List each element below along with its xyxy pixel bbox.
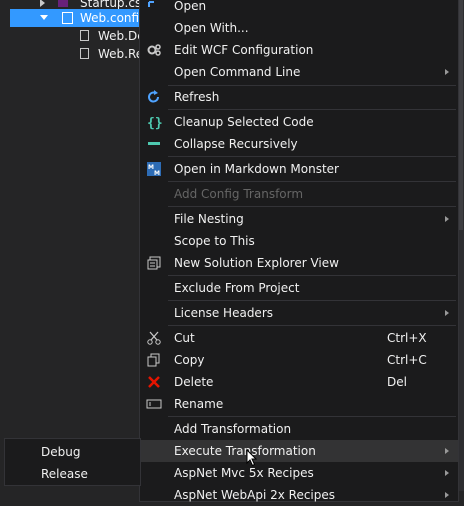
- menu-item-new-explorer-view[interactable]: New Solution Explorer View: [140, 252, 458, 274]
- menu-item-label: AspNet WebApi 2x Recipes: [174, 488, 336, 502]
- menu-item-label: Rename: [174, 397, 224, 411]
- menu-separator: [168, 109, 456, 110]
- menu-item-open-with[interactable]: Open With...: [140, 17, 458, 39]
- menu-item-scope-to-this[interactable]: Scope to This: [140, 230, 458, 252]
- copy-icon: [147, 353, 160, 367]
- tree-item-label: Web.De: [98, 29, 145, 43]
- menu-item-label: Cut: [174, 331, 195, 345]
- menu-item-copy[interactable]: Copy Ctrl+C: [140, 349, 458, 371]
- tree-item-web-release[interactable]: Web.Re: [80, 45, 144, 63]
- menu-item-label: Open Command Line: [174, 65, 301, 79]
- collapse-arrow-icon[interactable]: [40, 15, 48, 20]
- menu-separator: [168, 156, 456, 157]
- submenu-item-debug[interactable]: Debug: [5, 441, 140, 463]
- menu-separator: [168, 300, 456, 301]
- mouse-cursor-icon: [246, 449, 258, 467]
- config-file-icon: [80, 48, 89, 59]
- submenu-arrow-icon: [445, 216, 449, 222]
- refresh-icon: [148, 90, 160, 103]
- menu-item-label: Add Transformation: [174, 422, 292, 436]
- tree-item-label: Web.Re: [98, 47, 144, 61]
- submenu-arrow-icon: [445, 69, 449, 75]
- expand-arrow-icon[interactable]: [40, 0, 45, 7]
- menu-item-cleanup-code[interactable]: {} Cleanup Selected Code: [140, 111, 458, 133]
- menu-item-label: Refresh: [174, 90, 220, 104]
- menu-item-exclude-from-project[interactable]: Exclude From Project: [140, 277, 458, 299]
- menu-separator: [168, 325, 456, 326]
- shortcut-label: Del: [387, 375, 407, 389]
- svg-text:M: M: [154, 170, 160, 177]
- menu-item-aspnet-mvc-recipes[interactable]: AspNet Mvc 5x Recipes: [140, 462, 458, 484]
- menu-item-label: Open in Markdown Monster: [174, 162, 339, 176]
- tree-item-web-config[interactable]: Web.config: [10, 9, 147, 27]
- menu-item-cut[interactable]: Cut Ctrl+X: [140, 327, 458, 349]
- delete-x-icon: [148, 376, 160, 388]
- execute-transformation-submenu: Debug Release: [4, 438, 141, 486]
- config-file-icon: [80, 30, 89, 41]
- menu-item-label: Open With...: [174, 21, 249, 35]
- menu-item-add-transformation[interactable]: Add Transformation: [140, 418, 458, 440]
- shortcut-label: Ctrl+X: [387, 331, 427, 345]
- menu-separator: [168, 181, 456, 182]
- menu-item-aspnet-webapi-recipes[interactable]: AspNet WebApi 2x Recipes: [140, 484, 458, 506]
- open-icon: [148, 1, 154, 7]
- menu-item-label: Execute Transformation: [174, 444, 316, 458]
- menu-separator: [168, 275, 456, 276]
- menu-separator: [168, 206, 456, 207]
- menu-item-label: Edit WCF Configuration: [174, 43, 314, 57]
- submenu-item-label: Release: [41, 467, 88, 481]
- menu-item-execute-transformation[interactable]: Execute Transformation: [140, 440, 458, 462]
- wcf-gear-icon: [147, 44, 161, 56]
- context-menu: Open Open With... Edit WCF Configuration…: [139, 0, 459, 502]
- collapse-icon: [148, 142, 160, 145]
- shortcut-label: Ctrl+C: [387, 353, 427, 367]
- menu-item-label: Scope to This: [174, 234, 255, 248]
- menu-item-edit-wcf[interactable]: Edit WCF Configuration: [140, 39, 458, 61]
- submenu-item-release[interactable]: Release: [5, 463, 140, 485]
- menu-item-label: Add Config Transform: [174, 187, 304, 201]
- menu-item-open-command-line[interactable]: Open Command Line: [140, 61, 458, 83]
- menu-item-delete[interactable]: Delete Del: [140, 371, 458, 393]
- menu-item-collapse-recursively[interactable]: Collapse Recursively: [140, 133, 458, 155]
- submenu-arrow-icon: [445, 448, 449, 454]
- submenu-arrow-icon: [445, 310, 449, 316]
- menu-item-label: Cleanup Selected Code: [174, 115, 314, 129]
- menu-item-label: Delete: [174, 375, 214, 389]
- menu-item-license-headers[interactable]: License Headers: [140, 302, 458, 324]
- csharp-file-icon: [58, 0, 68, 7]
- rename-icon: [146, 399, 162, 409]
- menu-item-label: Copy: [174, 353, 205, 367]
- menu-item-label: Exclude From Project: [174, 281, 300, 295]
- menu-item-rename[interactable]: Rename: [140, 393, 458, 415]
- submenu-item-label: Debug: [41, 445, 81, 459]
- menu-item-label: File Nesting: [174, 212, 244, 226]
- new-explorer-view-icon: [147, 256, 161, 270]
- menu-item-label: Open: [174, 0, 207, 13]
- menu-item-label: New Solution Explorer View: [174, 256, 339, 270]
- menu-item-open[interactable]: Open: [140, 0, 458, 17]
- submenu-arrow-icon: [445, 470, 449, 476]
- menu-item-label: AspNet Mvc 5x Recipes: [174, 466, 314, 480]
- menu-item-refresh[interactable]: Refresh: [140, 86, 458, 108]
- tree-item-web-debug[interactable]: Web.De: [80, 27, 145, 45]
- tree-item-label: Web.config: [80, 11, 147, 25]
- menu-item-markdown-monster[interactable]: M M Open in Markdown Monster: [140, 158, 458, 180]
- menu-separator: [168, 416, 456, 417]
- braces-icon: {}: [147, 116, 162, 130]
- submenu-arrow-icon: [445, 492, 449, 498]
- menu-item-label: License Headers: [174, 306, 273, 320]
- config-file-icon: [62, 12, 73, 24]
- menu-item-label: Collapse Recursively: [174, 137, 298, 151]
- menu-item-file-nesting[interactable]: File Nesting: [140, 208, 458, 230]
- svg-text:{}: {}: [147, 116, 162, 130]
- scissors-icon: [147, 331, 161, 345]
- markdown-monster-icon: M M: [147, 162, 161, 177]
- menu-item-add-config-transform: Add Config Transform: [140, 183, 458, 205]
